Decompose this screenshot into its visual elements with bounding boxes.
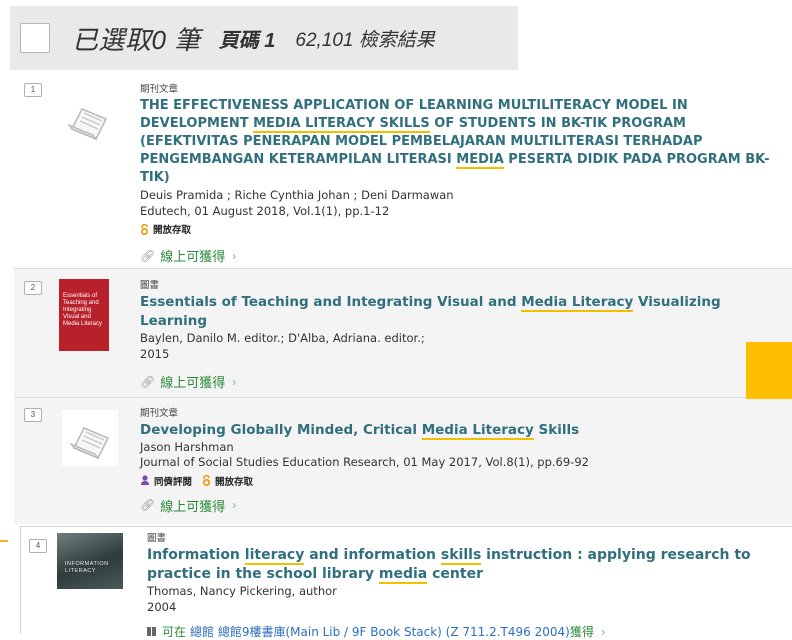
item-year: 2004: [147, 599, 177, 614]
result-item-4[interactable]: 4 INFORMATION LITERACY 圖書 Information li…: [20, 526, 792, 639]
online-available-link[interactable]: 🔗︎ 線上可獲得 ›: [140, 372, 760, 391]
result-item-1[interactable]: 1 期刊文章 THE EFFECTIVENESS APPLICATION OF …: [14, 73, 792, 268]
item-title[interactable]: Essentials of Teaching and Integrating V…: [140, 293, 760, 330]
title-text: Skills: [533, 422, 580, 438]
item-authors: Thomas, Nancy Pickering, author: [147, 584, 337, 598]
article-icon: [66, 99, 110, 146]
item-year: 2015: [140, 346, 170, 361]
item-number: 1: [24, 83, 42, 97]
results-count: 62,101 檢索結果: [295, 29, 435, 51]
chevron-right-icon: ›: [232, 374, 237, 389]
link-icon: 🔗︎: [140, 374, 156, 389]
open-access-icon: [203, 475, 211, 486]
item-source: Edutech, 01 August 2018, Vol.1(1), pp.1-…: [140, 203, 390, 218]
link-icon: 🔗︎: [140, 498, 156, 512]
highlighted-term: Media Literacy: [521, 294, 634, 312]
item-title[interactable]: THE EFFECTIVENESS APPLICATION OF LEARNIN…: [140, 97, 780, 187]
title-text: center: [427, 566, 483, 582]
peer-reviewed-icon: [141, 475, 149, 485]
item-title[interactable]: Information literacy and information ski…: [147, 546, 787, 584]
item-type: 期刊文章: [140, 408, 179, 419]
chevron-right-icon: ›: [600, 624, 606, 639]
highlighted-term: MEDIA: [456, 152, 504, 169]
chevron-right-icon: ›: [232, 498, 237, 512]
title-text: Essentials of Teaching and Integrating V…: [140, 294, 522, 310]
online-available-link[interactable]: 🔗︎ 線上可獲得 ›: [140, 496, 780, 515]
highlighted-term: skills: [440, 547, 482, 565]
selected-count: 已選取0 筆: [72, 24, 201, 55]
book-cover-photo: INFORMATION LITERACY: [57, 533, 123, 589]
article-icon: [62, 410, 118, 466]
accent-block: [746, 342, 792, 399]
availability-link[interactable]: 可在 總館 總館9樓書庫(Main Lib / 9F Book Stack) (…: [147, 623, 787, 640]
item-type: 圖書: [147, 533, 167, 544]
item-type: 期刊文章: [140, 84, 179, 95]
item-type: 圖書: [140, 280, 160, 291]
title-text: and information: [304, 547, 441, 563]
open-access-badge: 開放存取: [202, 474, 253, 488]
online-available-link[interactable]: 🔗︎ 線上可獲得 ›: [140, 246, 780, 265]
item-authors: Deuis Pramida ; Riche Cynthia Johan ; De…: [140, 188, 454, 202]
results-header: 已選取0 筆 頁碼 1 62,101 檢索結果: [10, 6, 518, 70]
title-text: Developing Globally Minded, Critical: [140, 422, 422, 438]
book-cover: Essentials of Teaching and Integrating V…: [59, 279, 109, 351]
link-icon: 🔗︎: [140, 248, 156, 263]
peer-reviewed-badge: 同儕評閱: [140, 474, 192, 488]
item-badges: 開放存取: [140, 222, 780, 236]
select-all-checkbox[interactable]: [20, 23, 50, 53]
item-authors: Baylen, Danilo M. editor.; D'Alba, Adria…: [140, 331, 425, 345]
chevron-right-icon: ›: [232, 248, 237, 263]
result-item-2[interactable]: 2 Essentials of Teaching and Integrating…: [14, 269, 792, 397]
accent-mark: [0, 540, 8, 542]
item-number: 2: [24, 281, 42, 295]
title-text: Information: [147, 547, 245, 563]
page-number: 頁碼 1: [218, 29, 276, 52]
item-authors: Jason Harshman: [140, 439, 234, 454]
item-number: 3: [24, 408, 42, 422]
result-item-3[interactable]: 3 期刊文章 Developing Globally Minded, Criti…: [14, 398, 792, 524]
highlighted-term: Media Literacy: [421, 422, 534, 440]
open-access-badge: 開放存取: [140, 222, 191, 236]
book-icon: [147, 627, 156, 636]
highlighted-term: literacy: [244, 547, 305, 565]
item-number: 4: [29, 539, 47, 553]
item-source: Journal of Social Studies Education Rese…: [140, 455, 589, 469]
highlighted-term: media: [378, 566, 428, 584]
open-access-icon: [141, 223, 148, 235]
item-title[interactable]: Developing Globally Minded, Critical Med…: [140, 421, 780, 440]
highlighted-term: MEDIA LITERACY SKILLS: [253, 116, 430, 133]
item-badges: 同儕評閱 開放存取: [140, 474, 780, 488]
